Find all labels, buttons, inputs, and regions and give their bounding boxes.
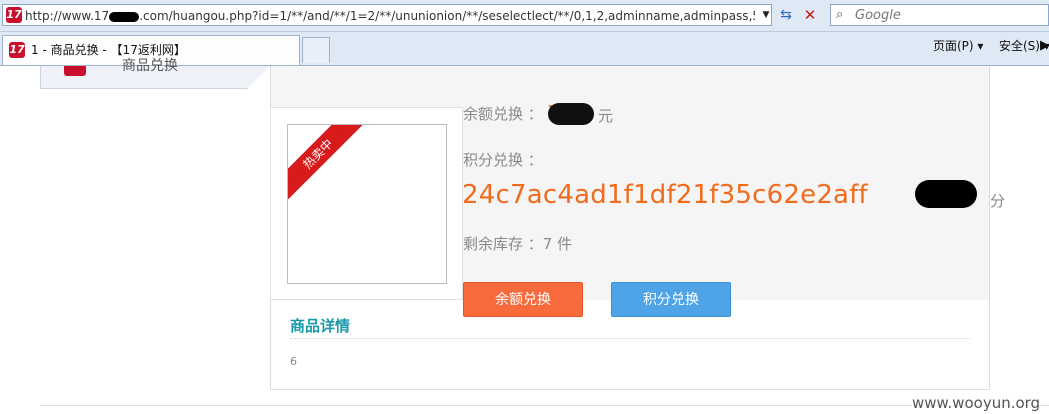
points-redaction	[915, 180, 977, 208]
menu-safety-label: 安全(S)	[999, 39, 1040, 53]
stop-icon[interactable]: ✕	[800, 5, 820, 25]
detail-title: 商品详情	[290, 317, 351, 335]
menu-more-icon[interactable]: ▶	[1040, 38, 1049, 53]
bottom-divider	[40, 405, 1049, 406]
address-dropdown-icon[interactable]: ▼	[760, 7, 772, 23]
side-tab-icon	[64, 66, 86, 76]
url-suffix: .com/huangou.php?id=1/**/and/**/1=2/**/u…	[139, 9, 755, 23]
points-exchange-button[interactable]: 积分兑换	[611, 282, 731, 317]
address-toolbar: 17 http://www.17 .com/huangou.php?id=1/**…	[0, 0, 1049, 32]
hot-sale-ribbon: 热卖中	[288, 125, 369, 205]
side-tab-label: 商品兑换	[122, 58, 178, 74]
search-placeholder: Google	[855, 8, 901, 23]
balance-exchange-button[interactable]: 余额兑换	[463, 282, 583, 317]
balance-unit: 元	[598, 107, 614, 125]
url-text[interactable]: http://www.17 .com/huangou.php?id=1/**/an…	[25, 8, 755, 24]
points-value: 24c7ac4ad1f1df21f35c62e2aff5	[462, 180, 961, 210]
site-favicon-icon: 17	[6, 7, 22, 23]
refresh-icon[interactable]: ⇆	[776, 5, 796, 25]
address-bar[interactable]: 17 http://www.17 .com/huangou.php?id=1/**…	[2, 4, 772, 26]
menu-page[interactable]: 页面(P) ▾	[933, 39, 983, 54]
tab-favicon-icon: 17	[9, 42, 25, 58]
stock-label: 剩余库存 ：7 件	[463, 235, 573, 253]
tab-title: 1 - 商品兑换 - 【17返利网】	[31, 43, 186, 57]
search-icon: ⌕	[836, 7, 844, 22]
product-image[interactable]: 热卖中	[287, 124, 447, 284]
url-prefix: http://www.17	[25, 9, 110, 23]
balance-label: 余额兑换 ：	[463, 105, 543, 123]
search-box[interactable]: ⌕ Google	[830, 4, 1049, 26]
menu-page-label: 页面(P)	[933, 39, 974, 53]
detail-text: 6	[290, 355, 297, 368]
watermark: www.wooyun.org	[912, 394, 1041, 412]
points-label: 积分兑换 ：	[463, 151, 543, 169]
detail-divider	[290, 338, 970, 339]
url-redaction	[109, 11, 140, 22]
points-hash: 24c7ac4ad1f1df21f35c62e2aff	[462, 180, 868, 210]
browser-window: 17 http://www.17 .com/huangou.php?id=1/**…	[0, 0, 1049, 414]
points-unit: 分	[990, 192, 1006, 210]
balance-redaction	[548, 103, 594, 125]
new-tab-button[interactable]	[302, 37, 330, 63]
